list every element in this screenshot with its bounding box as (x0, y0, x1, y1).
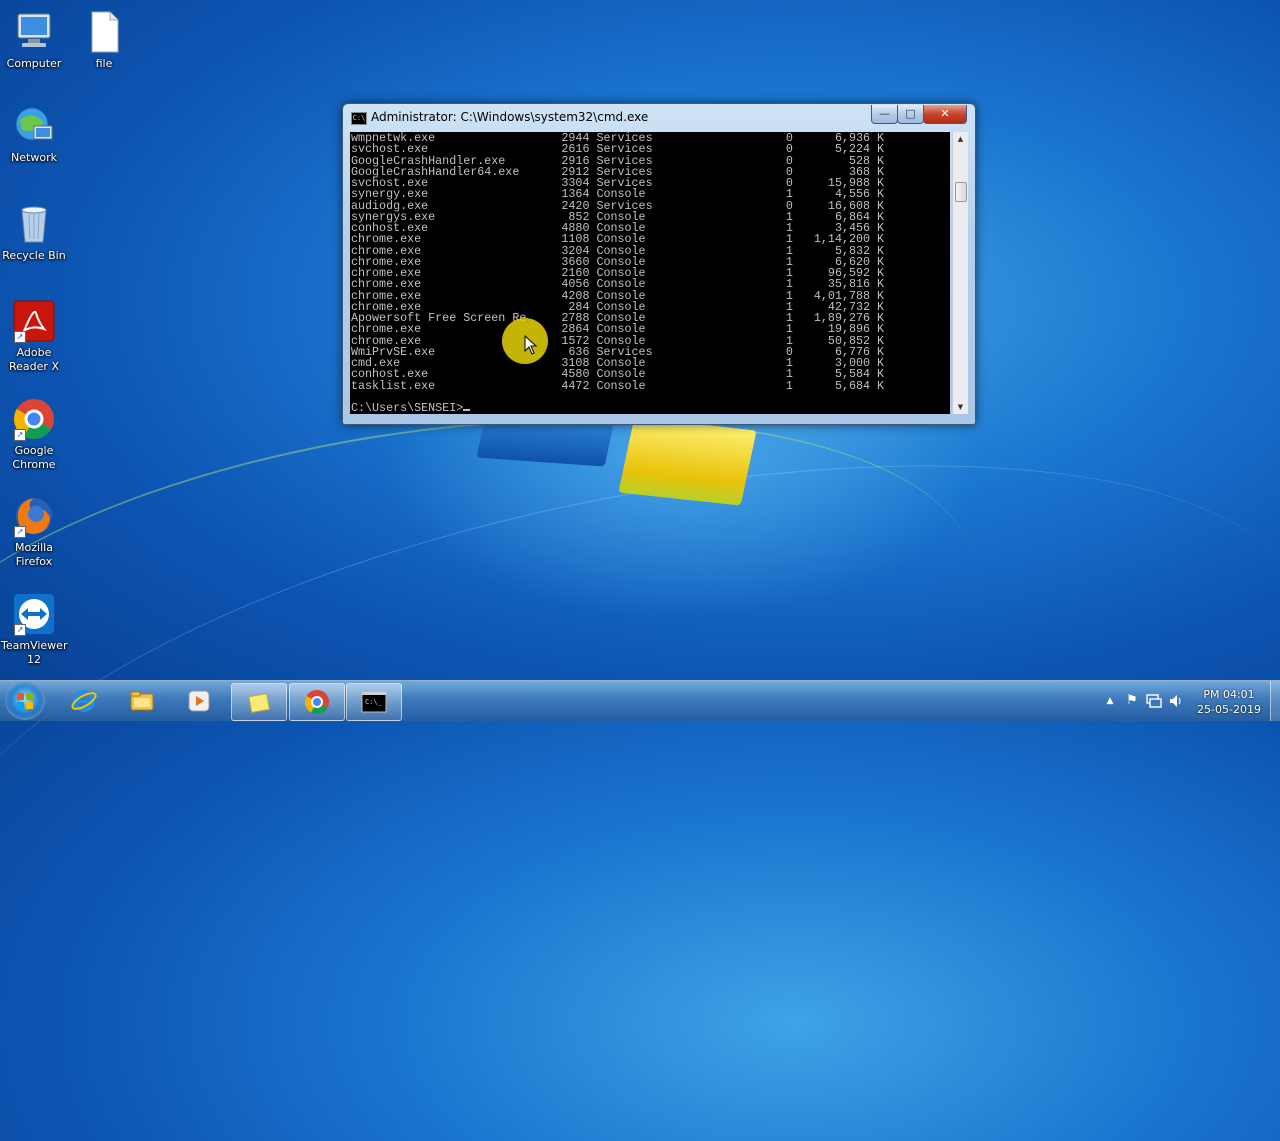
taskbar-google-chrome[interactable] (289, 683, 345, 721)
clock-time: PM 04:01 (1203, 688, 1255, 701)
desktop-icon-label: Network (11, 151, 57, 164)
minimize-button[interactable]: — (871, 105, 898, 124)
scroll-up-icon[interactable]: ▲ (953, 132, 968, 146)
desktop-icon-label: Computer (6, 57, 62, 70)
document-icon (82, 10, 126, 54)
close-button[interactable]: ✕ (923, 105, 967, 124)
taskbar-sticky-notes[interactable] (231, 683, 287, 721)
cmd-app-icon: C:\ (351, 112, 367, 125)
desktop-icon-label: TeamViewer 12 (1, 639, 68, 666)
shortcut-arrow-icon: ↗ (14, 429, 26, 441)
desktop-icon-recycle-bin[interactable]: Recycle Bin (1, 202, 67, 263)
start-button[interactable] (5, 682, 45, 720)
taskbar-internet-explorer[interactable] (57, 683, 111, 719)
desktop-icon-label: Mozilla Firefox (15, 541, 53, 568)
sticky-notes-icon (248, 692, 271, 714)
desktop-icon-adobe-reader[interactable]: ↗ Adobe Reader X (1, 299, 67, 374)
scroll-down-icon[interactable]: ▼ (953, 400, 968, 414)
adobe-reader-icon: ↗ (12, 299, 56, 343)
desktop-icon-google-chrome[interactable]: ↗ Google Chrome (1, 397, 67, 472)
window-titlebar[interactable]: C:\ Administrator: C:\Windows\system32\c… (343, 104, 975, 132)
taskbar: C:\_ ▲ ⚑ PM 04:01 25-05-2019 (0, 680, 1280, 721)
window-title: Administrator: C:\Windows\system32\cmd.e… (371, 110, 649, 124)
mouse-pointer-icon (524, 335, 538, 355)
console-output[interactable]: wmpnetwk.exe 2944 Services 0 6,936 K svc… (350, 132, 950, 414)
desktop-icon-label: Recycle Bin (2, 249, 66, 262)
logo-yellow-pane (618, 417, 757, 506)
desktop-icon-computer[interactable]: Computer (1, 10, 67, 71)
desktop-icon-file[interactable]: file (71, 10, 137, 71)
desktop-icon-label: file (95, 57, 113, 70)
chrome-icon (304, 690, 329, 715)
taskbar-clock[interactable]: PM 04:01 25-05-2019 (1194, 687, 1264, 717)
command-prompt-icon: C:\_ (361, 691, 387, 713)
recycle-bin-icon (12, 202, 56, 246)
chrome-icon: ↗ (12, 397, 56, 441)
console-text: wmpnetwk.exe 2944 Services 0 6,936 K svc… (350, 132, 950, 414)
vertical-scrollbar[interactable]: ▲ ▼ (952, 132, 968, 414)
console-line: tasklist.exe 4472 Console 1 5,684 K (351, 378, 885, 393)
folder-icon (130, 691, 154, 711)
svg-text:C:\_: C:\_ (365, 698, 383, 706)
scroll-thumb[interactable] (955, 182, 967, 202)
firefox-icon: ↗ (12, 494, 56, 538)
volume-icon[interactable] (1168, 693, 1184, 709)
desktop-icon-network[interactable]: Network (1, 104, 67, 165)
start-orb-icon (17, 693, 24, 700)
network-globe-icon (12, 104, 56, 148)
cmd-window[interactable]: C:\ Administrator: C:\Windows\system32\c… (342, 103, 976, 425)
shortcut-arrow-icon: ↗ (14, 526, 26, 538)
desktop-icon-label: Adobe Reader X (9, 346, 59, 373)
desktop-icon-label: Google Chrome (12, 444, 56, 471)
media-player-icon (188, 690, 210, 712)
taskbar-media-player[interactable] (172, 683, 226, 719)
taskbar-command-prompt[interactable]: C:\_ (346, 683, 402, 721)
windows-logo-wallpaper (476, 415, 760, 510)
show-hidden-icons-icon[interactable]: ▲ (1102, 693, 1118, 709)
desktop-icon-teamviewer[interactable]: ↗ TeamViewer 12 (1, 592, 67, 667)
system-tray: ▲ ⚑ (1100, 681, 1190, 721)
show-desktop-button[interactable] (1270, 681, 1280, 721)
text-cursor (463, 409, 471, 411)
action-center-flag-icon[interactable]: ⚑ (1124, 693, 1140, 709)
internet-explorer-icon (71, 690, 97, 712)
maximize-button[interactable]: □ (897, 105, 924, 124)
console-prompt: C:\Users\SENSEI> (351, 401, 464, 414)
shortcut-arrow-icon: ↗ (14, 624, 26, 636)
shortcut-arrow-icon: ↗ (14, 331, 26, 343)
taskbar-windows-explorer[interactable] (115, 683, 169, 719)
desktop-icon-mozilla-firefox[interactable]: ↗ Mozilla Firefox (1, 494, 67, 569)
clock-date: 25-05-2019 (1197, 703, 1261, 716)
network-icon[interactable] (1146, 693, 1162, 709)
teamviewer-icon: ↗ (12, 592, 56, 636)
computer-icon (12, 10, 56, 54)
